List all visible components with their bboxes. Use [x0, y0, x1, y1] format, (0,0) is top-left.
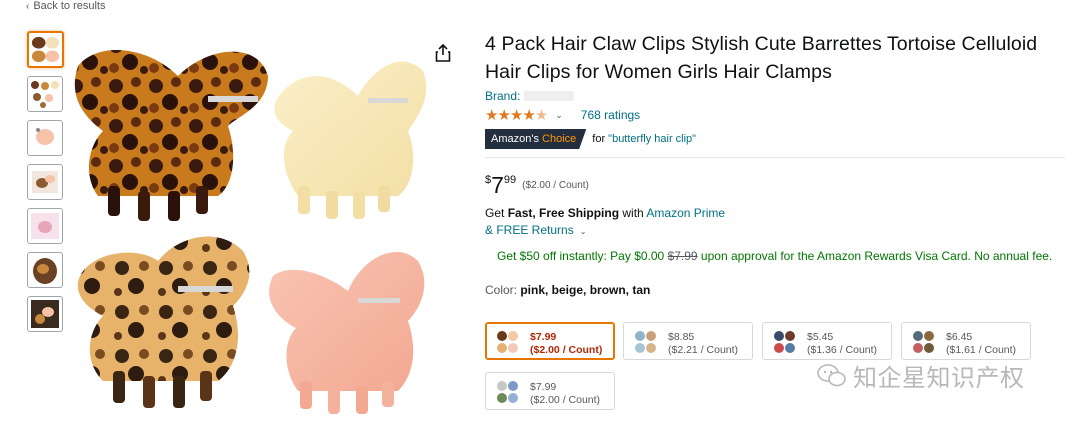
pink-clip	[269, 252, 425, 414]
brand-name-blurred	[524, 91, 575, 101]
watermark: 知企星知识产权	[817, 358, 1025, 393]
returns-label: & FREE Returns	[485, 223, 574, 237]
variant-unit-price: ($1.36 / Count)	[807, 344, 878, 356]
thumbnail-6[interactable]	[27, 252, 63, 288]
wechat-icon	[817, 363, 846, 386]
variant-thumbnail-icon	[497, 381, 518, 403]
share-button[interactable]	[428, 38, 458, 68]
chevron-left-icon: ‹	[26, 1, 30, 12]
price-per-unit: ($2.00 / Count)	[522, 180, 589, 191]
visa-promo[interactable]: Get $50 off instantly: Pay $0.00 $7.99 u…	[497, 248, 1062, 265]
thumbnail-strip	[27, 31, 65, 340]
variant-price: $7.99	[530, 381, 557, 393]
share-icon	[435, 44, 451, 62]
tortoise-clip-light	[77, 236, 250, 408]
clip-thumbnail-image	[32, 171, 58, 193]
brand-row: Brand:	[485, 88, 1065, 104]
thumbnail-7[interactable]	[27, 296, 63, 332]
color-variant-1[interactable]: $7.99 ($2.00 / Count)	[485, 322, 615, 360]
clip-thumbnail-image	[31, 213, 59, 239]
price-row: $ 7 99 ($2.00 / Count)	[485, 172, 1065, 200]
chevron-down-icon: ⌄	[579, 227, 587, 236]
color-variant-5[interactable]: $7.99 ($2.00 / Count)	[485, 372, 615, 410]
clip-thumbnail-image	[31, 81, 59, 108]
ship-get: Get	[485, 206, 508, 220]
variant-price: $6.45	[946, 331, 973, 343]
color-value: pink, beige, brown, tan	[520, 283, 651, 297]
color-variant-3[interactable]: $5.45 ($1.36 / Count)	[762, 322, 892, 360]
variant-unit-price: ($2.00 / Count)	[530, 344, 603, 356]
clip-thumbnail-image	[31, 300, 59, 328]
price-fraction: 99	[503, 174, 517, 186]
brand-label[interactable]: Brand:	[485, 89, 520, 103]
amazons-choice-row: Amazon's Choice for "butterfly hair clip…	[485, 129, 1065, 149]
shipping-info: Get Fast, Free Shipping with Amazon Prim…	[485, 205, 1065, 222]
thumbnail-5[interactable]	[27, 208, 63, 244]
tortoise-clip-dark	[74, 49, 268, 221]
back-to-results-link[interactable]: ‹ Back to results	[26, 0, 105, 12]
badge-text-2: Choice	[542, 133, 577, 145]
ship-fast-free: Fast, Free Shipping	[507, 206, 620, 220]
promo-text-1: Get $50 off instantly: Pay $0.00	[497, 249, 668, 263]
variant-thumbnail-icon	[497, 331, 518, 353]
color-label-text: Color:	[485, 283, 521, 297]
color-label: Color: pink, beige, brown, tan	[485, 283, 1065, 297]
main-product-image[interactable]	[68, 36, 468, 418]
divider	[485, 157, 1065, 158]
promo-text-2: upon approval for the Amazon Rewards Vis…	[697, 249, 1053, 263]
clip-thumbnail-image	[33, 258, 57, 284]
back-label: Back to results	[33, 0, 106, 12]
variant-thumbnail-icon	[635, 331, 656, 353]
watermark-text: 知企星知识产权	[853, 365, 1025, 392]
variant-thumbnail-icon	[774, 331, 795, 353]
variant-thumbnail-icon	[913, 331, 934, 353]
thumbnail-3[interactable]	[27, 120, 63, 156]
thumbnail-4[interactable]	[27, 164, 63, 200]
badge-text-1: Amazon's	[491, 133, 543, 145]
variant-price: $8.85	[668, 331, 695, 343]
chevron-down-icon[interactable]: ⌄	[555, 110, 563, 121]
choice-for-text: for "butterfly hair clip"	[592, 133, 696, 145]
amazons-choice-badge[interactable]: Amazon's Choice	[485, 129, 587, 149]
cream-clip	[274, 61, 427, 219]
ship-with: with	[619, 206, 647, 220]
thumbnail-2[interactable]	[27, 76, 63, 112]
choice-keyword-link[interactable]: "butterfly hair clip"	[608, 133, 696, 145]
clip-thumbnail-image	[31, 36, 60, 63]
color-variant-4[interactable]: $6.45 ($1.61 / Count)	[901, 322, 1031, 360]
hair-claw-clips-image	[74, 49, 427, 414]
star-rating-icon[interactable]: ★★★★★	[485, 106, 548, 124]
choice-for-label: for	[592, 133, 609, 145]
free-returns-link[interactable]: & FREE Returns ⌄	[485, 222, 1065, 240]
rating-row: ★★★★★ ⌄ 768 ratings	[485, 106, 1065, 124]
variant-unit-price: ($2.21 / Count)	[668, 344, 739, 356]
variant-price: $5.45	[807, 331, 834, 343]
price-whole: 7	[491, 172, 504, 198]
promo-strike-price: $7.99	[667, 249, 698, 263]
variant-unit-price: ($1.61 / Count)	[946, 344, 1017, 356]
variant-price: $7.99	[530, 331, 557, 343]
ratings-count-link[interactable]: 768 ratings	[581, 108, 640, 122]
product-title: 4 Pack Hair Claw Clips Stylish Cute Barr…	[485, 33, 1038, 83]
amazon-prime-link[interactable]: Amazon Prime	[646, 206, 725, 220]
clip-thumbnail-image	[36, 128, 54, 145]
thumbnail-1[interactable]	[27, 31, 64, 68]
product-details: 4 Pack Hair Claw Clips Stylish Cute Barr…	[485, 30, 1065, 410]
variant-unit-price: ($2.00 / Count)	[530, 394, 601, 406]
color-variant-2[interactable]: $8.85 ($2.21 / Count)	[623, 322, 753, 360]
